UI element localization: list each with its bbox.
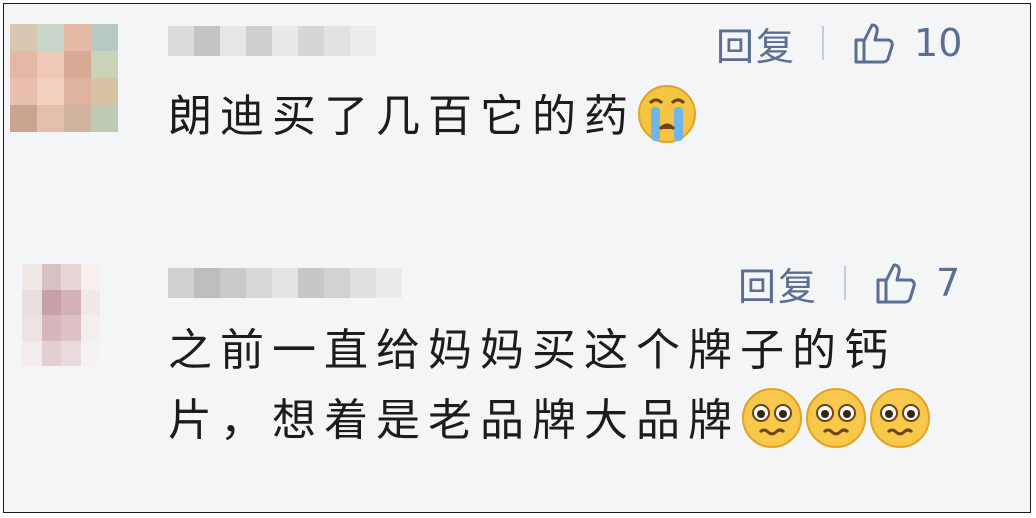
comment-body-line-1: 之前一直给妈妈买这个牌子的钙 [168,325,896,376]
crying-face-icon [636,83,698,145]
like-count: 7 [936,261,961,305]
username-pixelated[interactable] [168,26,376,56]
comment-body-line-2: 片，想着是老品牌大品牌 [168,395,740,446]
comment-item: 回复 7 之前一直给妈妈买这个牌子的钙 片，想着是老品牌大品牌 [4,254,1030,512]
divider [822,26,825,60]
screenshot-frame: 回复 10 朗迪买了几百它的药 回复 7 之前一直给妈妈买这个牌子的钙 片，想着… [3,3,1031,513]
comment-body: 朗迪买了几百它的药 [168,91,636,142]
like-count: 10 [914,21,963,65]
avatar[interactable] [22,264,100,366]
pleading-face-icon [804,386,868,450]
reply-button[interactable]: 回复 [716,16,796,71]
username-pixelated[interactable] [168,268,402,298]
comment-text: 朗迪买了几百它的药 [168,82,698,152]
comment-actions: 回复 10 [716,16,963,71]
comment-actions: 回复 7 [738,256,961,311]
comment-body-line-2-wrap: 片，想着是老品牌大品牌 [168,386,988,456]
comment-text: 之前一直给妈妈买这个牌子的钙 片，想着是老品牌大品牌 [168,316,988,456]
comment-item: 回复 10 朗迪买了几百它的药 [4,4,1030,254]
divider [844,266,847,300]
thumbs-up-icon[interactable] [852,20,898,66]
pleading-face-icon [868,386,932,450]
avatar[interactable] [10,24,118,132]
reply-button[interactable]: 回复 [738,256,818,311]
thumbs-up-icon[interactable] [874,260,920,306]
pleading-face-icon [740,386,804,450]
